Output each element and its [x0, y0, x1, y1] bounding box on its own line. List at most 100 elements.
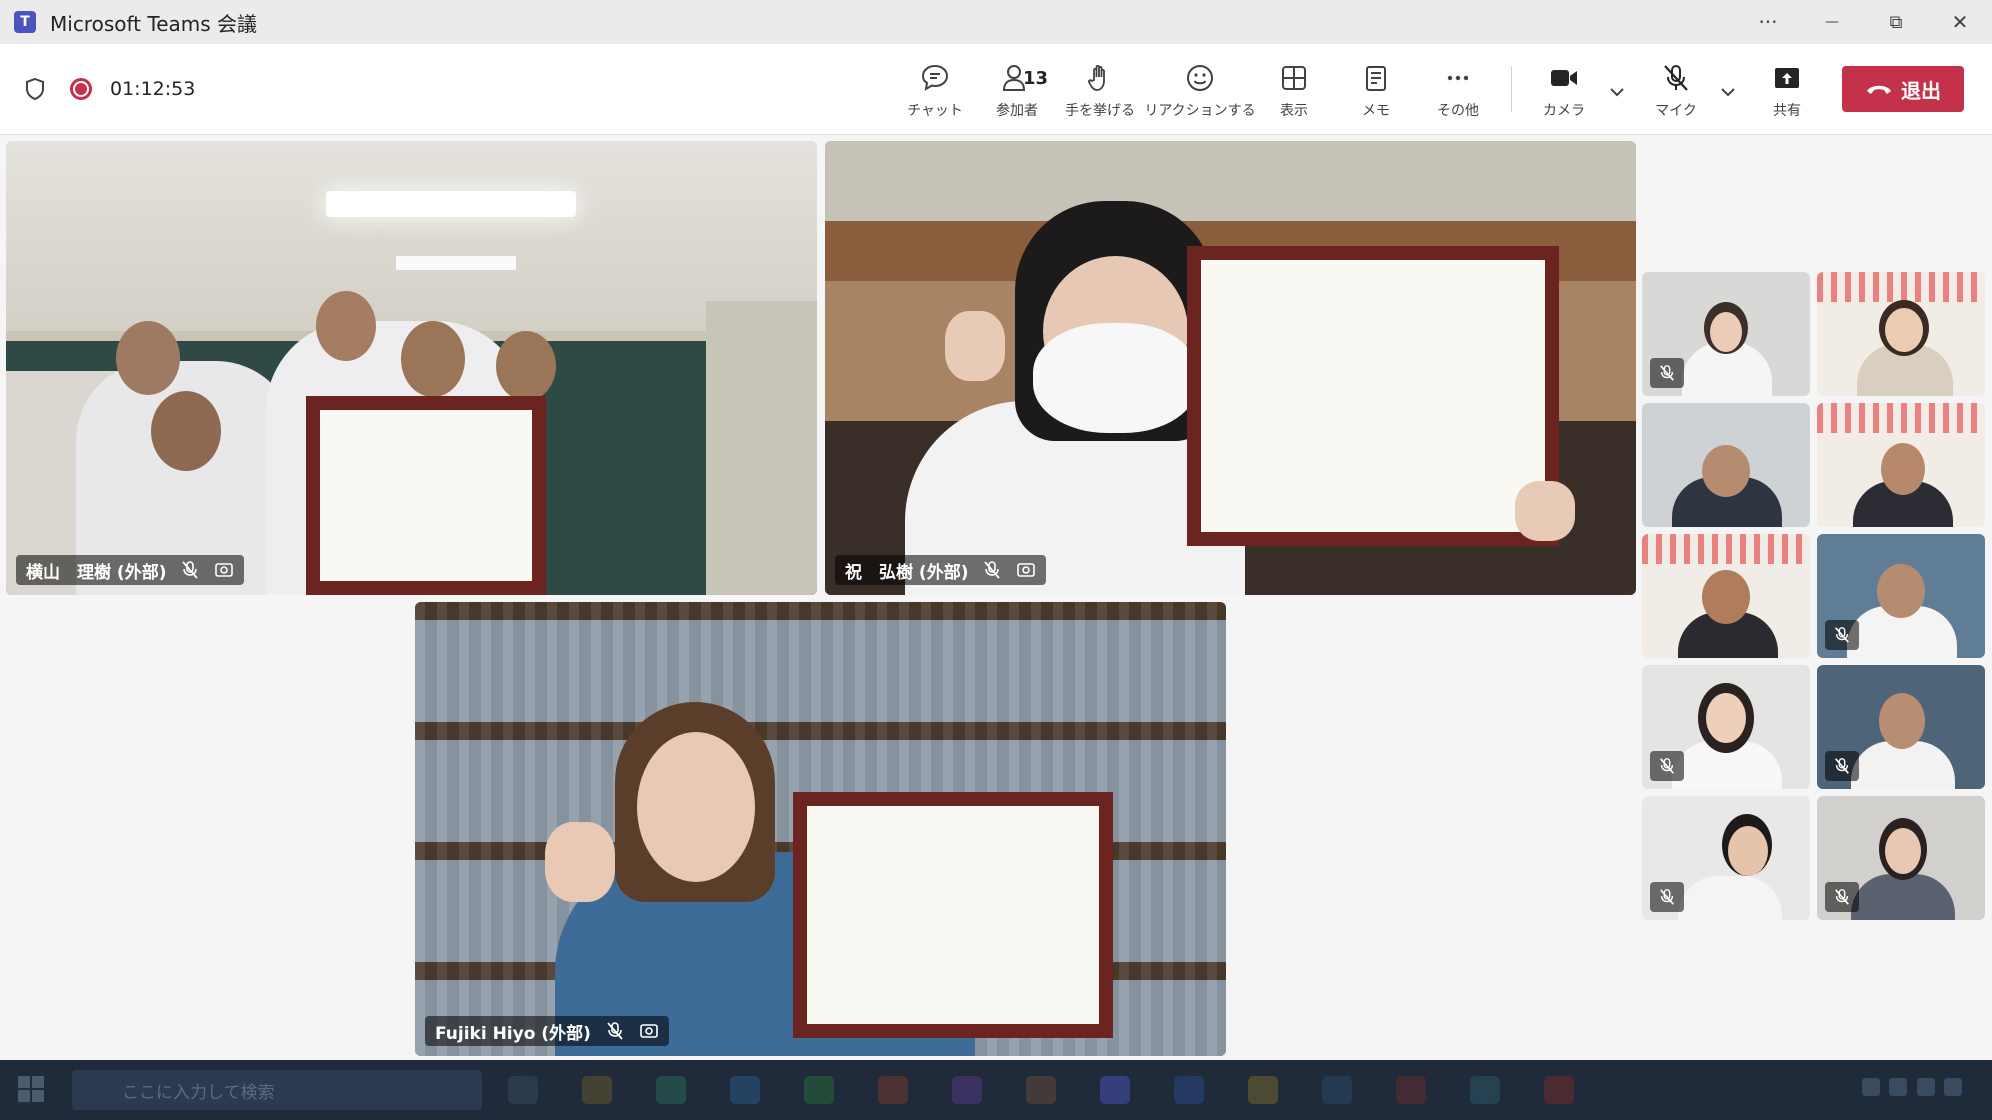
chat-label: チャット [907, 103, 963, 119]
participant-name: 横山 理樹 (外部) [26, 562, 167, 583]
window-title: Microsoft Teams 会議 [50, 11, 258, 36]
muted-indicator [1650, 358, 1684, 388]
mic-off-icon [1835, 627, 1849, 643]
gallery-video-tile[interactable] [1642, 272, 1810, 396]
shield-icon[interactable] [24, 77, 46, 101]
gallery-video-tile[interactable] [1642, 796, 1810, 920]
meeting-timer: 01:12:53 [110, 78, 196, 100]
taskbar-app-icon[interactable] [804, 1076, 834, 1104]
more-actions-button[interactable]: その他 [1416, 62, 1500, 120]
notes-label: メモ [1362, 103, 1390, 119]
chat-icon [921, 64, 949, 91]
raise-hand-button[interactable]: 手を挙げる [1058, 62, 1142, 120]
mic-off-icon [1660, 758, 1674, 774]
participant-video-tile[interactable]: Fujiki Hiyo (外部) [415, 602, 1226, 1056]
recording-icon [70, 78, 92, 100]
taskbar-app-icon[interactable] [1396, 1076, 1426, 1104]
gallery-video-tile[interactable] [1642, 665, 1810, 789]
gallery-video-tile[interactable] [1817, 796, 1985, 920]
taskbar-app-icon[interactable] [1322, 1076, 1352, 1104]
camera-icon [1551, 70, 1577, 86]
more-options-button[interactable]: ··· [1736, 0, 1800, 44]
taskbar-app-icon[interactable] [1248, 1076, 1278, 1104]
chat-button[interactable]: チャット [893, 62, 977, 120]
camera-chevron-down-icon[interactable] [1607, 82, 1627, 102]
video-stage: 横山 理樹 (外部) 祝 弘樹 (外部) Fujiki Hiyo (外部) [0, 135, 1992, 1060]
mic-off-icon [1835, 889, 1849, 905]
taskbar-app-icon[interactable] [1026, 1076, 1056, 1104]
view-button[interactable]: 表示 [1252, 62, 1336, 120]
hang-up-icon [1867, 85, 1891, 94]
leave-label: 退出 [1901, 78, 1941, 103]
mic-label: マイク [1655, 103, 1697, 119]
leave-button[interactable]: 退出 [1842, 66, 1964, 112]
taskbar-app-icon[interactable] [730, 1076, 760, 1104]
system-tray[interactable] [1862, 1078, 1962, 1102]
close-window-button[interactable]: ✕ [1928, 0, 1992, 44]
taskbar-app-icon[interactable] [1100, 1076, 1130, 1104]
people-button[interactable]: 13 参加者 [975, 62, 1059, 120]
muted-indicator [1650, 751, 1684, 781]
taskbar-app-icon[interactable] [1174, 1076, 1204, 1104]
toolbar-divider [1511, 66, 1512, 112]
mic-off-icon [607, 1022, 623, 1040]
title-bar: T Microsoft Teams 会議 ··· — ⧉ ✕ [0, 0, 1992, 44]
participant-video-tile[interactable]: 横山 理樹 (外部) [6, 141, 817, 595]
gallery-video-tile[interactable] [1817, 403, 1985, 527]
muted-indicator [1650, 882, 1684, 912]
mic-off-icon [1664, 65, 1688, 91]
mic-chevron-down-icon[interactable] [1718, 82, 1738, 102]
notes-icon [1366, 66, 1386, 91]
camera-button[interactable]: カメラ [1522, 62, 1606, 120]
award-certificate [1187, 246, 1559, 546]
taskbar-app-icon[interactable] [582, 1076, 612, 1104]
taskbar-search-box[interactable]: ここに入力して検索 [72, 1070, 482, 1110]
react-button[interactable]: リアクションする [1144, 62, 1256, 120]
participant-name: 祝 弘樹 (外部) [845, 562, 969, 583]
participant-name: Fujiki Hiyo (外部) [435, 1023, 591, 1044]
share-button[interactable]: 共有 [1745, 62, 1829, 120]
participant-name-tag: 横山 理樹 (外部) [16, 555, 245, 585]
award-certificate [793, 792, 1113, 1038]
participant-name-tag: Fujiki Hiyo (外部) [425, 1016, 669, 1046]
hand-icon [1088, 64, 1105, 91]
award-certificate [306, 396, 546, 595]
screen-share-icon [1017, 563, 1036, 577]
teams-logo-icon: T [14, 11, 36, 33]
grid-view-icon [1282, 66, 1306, 90]
participant-video-tile[interactable]: 祝 弘樹 (外部) [825, 141, 1636, 595]
taskbar-app-icon[interactable] [1544, 1076, 1574, 1104]
gallery-video-tile[interactable] [1642, 534, 1810, 658]
view-label: 表示 [1280, 103, 1308, 119]
screen-share-icon [640, 1024, 658, 1038]
react-label: リアクションする [1144, 103, 1256, 119]
taskbar-app-icon[interactable] [878, 1076, 908, 1104]
people-label: 参加者 [996, 103, 1038, 119]
mic-off-icon [984, 561, 1001, 579]
notes-button[interactable]: メモ [1334, 62, 1418, 120]
screen-share-icon [215, 563, 234, 577]
restore-button[interactable]: ⧉ [1864, 0, 1928, 44]
mic-off-icon [182, 561, 199, 579]
gallery-video-tile[interactable] [1817, 665, 1985, 789]
gallery-video-tile[interactable] [1817, 272, 1985, 396]
mic-off-icon [1835, 758, 1849, 774]
mic-button[interactable]: マイク [1634, 62, 1718, 120]
mic-off-icon [1660, 365, 1674, 381]
gallery-video-tile[interactable] [1642, 403, 1810, 527]
muted-indicator [1825, 751, 1859, 781]
smiley-icon [1187, 65, 1213, 91]
raise-hand-label: 手を挙げる [1065, 103, 1135, 119]
minimize-button[interactable]: — [1800, 0, 1864, 44]
taskbar-search-placeholder: ここに入力して検索 [122, 1082, 275, 1103]
meeting-toolbar: 01:12:53 チャット 13 参加者 手を挙げる リアクションする 表示 メ… [0, 44, 1992, 135]
taskbar-app-icon[interactable] [952, 1076, 982, 1104]
taskbar-app-icon[interactable] [656, 1076, 686, 1104]
taskbar-app-icon[interactable] [1470, 1076, 1500, 1104]
windows-start-icon[interactable] [18, 1076, 46, 1104]
participant-count: 13 [1023, 68, 1049, 89]
taskbar-app-icon[interactable] [508, 1076, 538, 1104]
gallery-video-tile[interactable] [1817, 534, 1985, 658]
more-label: その他 [1437, 103, 1479, 119]
muted-indicator [1825, 620, 1859, 650]
